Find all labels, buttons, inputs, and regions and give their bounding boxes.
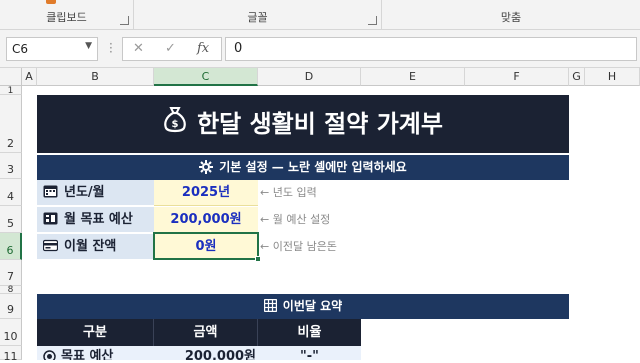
row-header-7[interactable]: 7: [0, 260, 22, 286]
chevron-down-icon[interactable]: ▼: [85, 41, 92, 51]
row-header-5[interactable]: 5: [0, 206, 22, 233]
summary-col-ratio[interactable]: 비율: [258, 319, 361, 346]
summary-section-header[interactable]: 이번달 요약: [37, 294, 569, 319]
row-header-3[interactable]: 3: [0, 153, 22, 179]
settings-section-title: 기본 설정 — 노란 셀에만 입력하세요: [219, 160, 407, 174]
column-header-b[interactable]: B: [37, 68, 154, 86]
target-icon: [43, 349, 56, 360]
column-header-d[interactable]: D: [258, 68, 361, 86]
ribbon-group-font: 글꼴: [134, 0, 382, 30]
budget-icon: [43, 209, 58, 225]
calendar-icon: [43, 182, 58, 198]
ribbon: 클립보드 글꼴 맞춤: [0, 0, 640, 30]
carryover-hint: ← 이전달 남은돈: [260, 240, 337, 253]
name-box-value: C6: [12, 42, 29, 56]
row-header-8[interactable]: 8: [0, 285, 22, 295]
row-header-11[interactable]: 11: [0, 346, 22, 363]
monthly-budget-input[interactable]: 200,000원: [154, 207, 258, 233]
sheet-title-text: 한달 생활비 절약 가계부: [197, 110, 443, 138]
summary-row-label[interactable]: 목표 예산: [37, 346, 154, 360]
row-header-2[interactable]: 2: [0, 95, 22, 153]
column-header-f[interactable]: F: [465, 68, 569, 86]
active-cell-selection: [153, 232, 259, 260]
setting-label-carryover[interactable]: 이월 잔액: [37, 234, 154, 260]
column-header-g[interactable]: G: [569, 68, 585, 86]
summary-col-amount[interactable]: 금액: [154, 319, 258, 346]
cancel-icon[interactable]: ✕: [133, 41, 144, 56]
settings-section-header[interactable]: 기본 설정 — 노란 셀에만 입력하세요: [37, 155, 569, 180]
column-header-c[interactable]: C: [154, 68, 258, 86]
summary-row-amount[interactable]: 200,000원: [154, 346, 258, 360]
column-header-e[interactable]: E: [361, 68, 465, 86]
select-all-corner[interactable]: [0, 68, 22, 86]
formula-buttons: ✕ ✓ fx: [122, 37, 222, 61]
formula-bar: C6 ▼ · · · ✕ ✓ fx 0: [0, 30, 640, 68]
ribbon-group-alignment: 맞춤: [382, 0, 640, 30]
column-header-a[interactable]: A: [22, 68, 37, 86]
year-month-hint: ← 년도 입력: [260, 186, 317, 199]
svg-text:$: $: [172, 119, 179, 130]
ribbon-group-label: 맞춤: [500, 11, 522, 24]
row-header-4[interactable]: 4: [0, 179, 22, 206]
sheet-title[interactable]: $ 한달 생활비 절약 가계부: [37, 95, 569, 153]
fill-handle[interactable]: [255, 256, 261, 262]
name-box[interactable]: C6 ▼: [6, 37, 98, 61]
money-bag-icon: $: [163, 96, 187, 154]
ribbon-group-clipboard: 클립보드: [0, 0, 134, 30]
dialog-launcher-icon[interactable]: [120, 16, 129, 25]
row-header-10[interactable]: 10: [0, 319, 22, 346]
row-header-1[interactable]: 1: [0, 86, 22, 96]
year-month-input[interactable]: 2025년: [154, 180, 258, 206]
summary-col-category[interactable]: 구분: [37, 319, 154, 346]
more-icon[interactable]: · · ·: [109, 38, 113, 58]
row-header-9[interactable]: 9: [0, 294, 22, 319]
ribbon-group-label: 글꼴: [247, 11, 268, 24]
column-header-h[interactable]: H: [585, 68, 640, 86]
summary-row-ratio[interactable]: "-": [258, 346, 361, 360]
card-icon: [42, 236, 59, 252]
setting-label-year-month[interactable]: 년도/월: [37, 180, 154, 206]
ribbon-group-label: 클립보드: [46, 11, 87, 24]
calculator-icon: [263, 296, 277, 321]
enter-icon[interactable]: ✓: [165, 41, 176, 56]
summary-section-title: 이번달 요약: [282, 299, 343, 313]
formula-input[interactable]: 0: [225, 37, 637, 61]
row-header-6[interactable]: 6: [0, 233, 22, 260]
setting-label-monthly-budget[interactable]: 월 목표 예산: [37, 207, 154, 233]
insert-function-icon[interactable]: fx: [197, 41, 209, 56]
dialog-launcher-icon[interactable]: [368, 16, 377, 25]
monthly-budget-hint: ← 월 예산 설정: [260, 213, 331, 226]
